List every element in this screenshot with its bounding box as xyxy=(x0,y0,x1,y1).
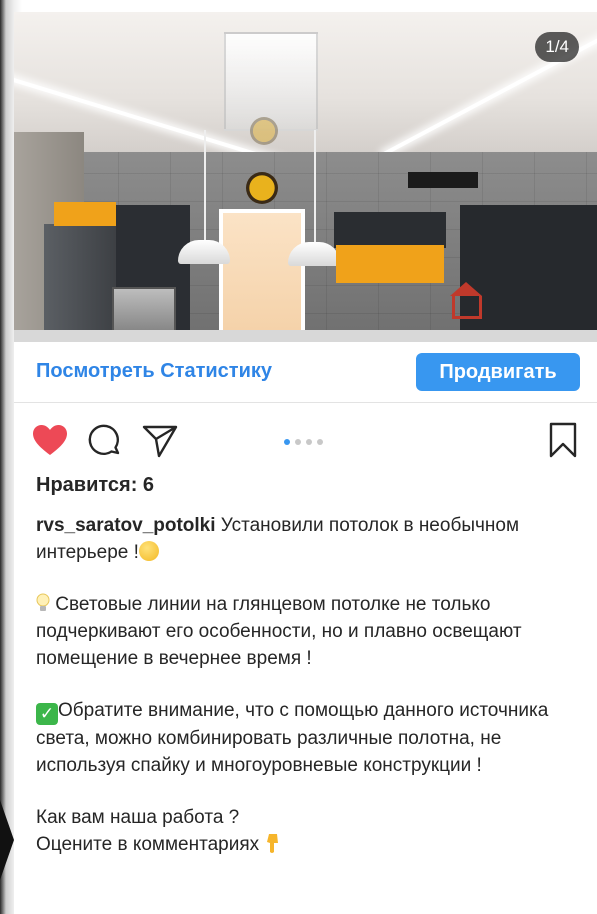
light-bulb-icon xyxy=(36,593,50,611)
check-mark-icon: ✓ xyxy=(36,703,58,725)
pointing-down-icon xyxy=(267,834,279,853)
promote-button[interactable]: Продвигать xyxy=(416,353,580,391)
watermark-logo xyxy=(450,282,592,332)
post-photo[interactable]: 1/4 xyxy=(14,12,597,342)
photo-ceiling-reflection xyxy=(224,32,318,131)
photo-lamp-cord xyxy=(314,130,316,242)
view-insights-link[interactable]: Посмотреть Статистику xyxy=(36,360,272,383)
slide-counter: 1/4 xyxy=(535,32,579,62)
instagram-post-card: 1/4 Посмотреть Статистику Продвигать Нра… xyxy=(14,12,597,914)
share-icon[interactable] xyxy=(142,424,178,458)
post-caption: rvs_saratov_potolki Установили потолок в… xyxy=(36,512,581,858)
photo-pendant-lamp xyxy=(288,242,340,266)
photo-pendant-lamp xyxy=(178,240,230,264)
bookmark-icon[interactable] xyxy=(548,422,578,458)
likes-count[interactable]: Нравится: 6 xyxy=(36,474,154,497)
photo-clock xyxy=(246,172,278,204)
carousel-dot xyxy=(284,439,290,445)
carousel-dot xyxy=(317,439,323,445)
comment-icon[interactable] xyxy=(88,424,122,458)
insights-bar: Посмотреть Статистику Продвигать xyxy=(14,342,597,403)
photo-clock-reflection xyxy=(250,117,278,145)
carousel-indicator xyxy=(284,432,328,445)
photo-fridge xyxy=(44,224,116,342)
caption-paragraph: Как вам наша работа ? Оцените в комментар… xyxy=(36,804,581,858)
photo-cabinet-yellow xyxy=(336,245,444,283)
watermark-house-icon xyxy=(452,296,482,319)
photo-lamp-cord xyxy=(204,130,206,240)
caption-text: Световые линии на глянцевом потолке не т… xyxy=(36,594,522,669)
action-row xyxy=(14,404,597,464)
caption-paragraph: ✓ Обратите внимание, что с помощью данног… xyxy=(36,697,581,779)
caption-text: Как вам наша работа ? xyxy=(36,807,240,828)
carousel-dot xyxy=(306,439,312,445)
caption-text: Оцените в комментариях xyxy=(36,834,265,855)
username-link[interactable]: rvs_saratov_potolki xyxy=(36,515,216,536)
edge-marker xyxy=(0,800,14,880)
caption-paragraph: Световые линии на глянцевом потолке не т… xyxy=(36,591,581,672)
photo-hood xyxy=(408,172,478,188)
caption-paragraph: rvs_saratov_potolki Установили потолок в… xyxy=(36,512,581,566)
smiling-face-icon xyxy=(138,541,159,561)
photo-upper-cabinet xyxy=(334,212,446,248)
heart-icon[interactable] xyxy=(32,424,68,456)
photo-cabinet-yellow xyxy=(54,202,116,226)
photo-door xyxy=(219,209,305,342)
carousel-dot xyxy=(295,439,301,445)
watermark-roof-icon xyxy=(450,282,482,296)
caption-text: Обратите внимание, что с помощью данного… xyxy=(36,700,549,776)
